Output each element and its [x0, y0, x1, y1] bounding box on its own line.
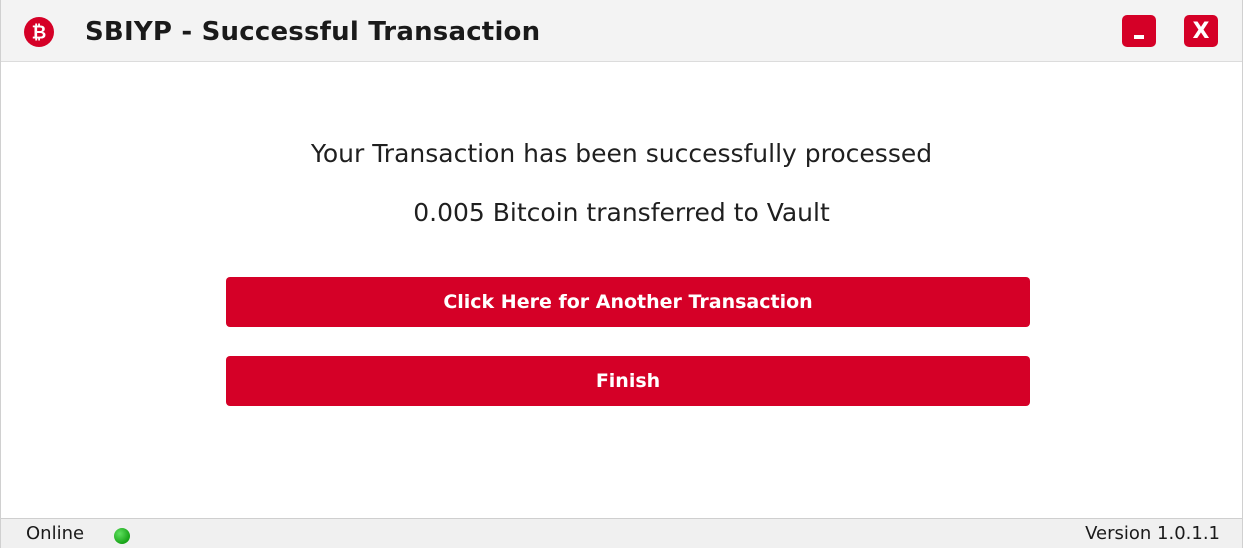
- bitcoin-icon: ₿: [24, 17, 54, 47]
- online-indicator-icon: [114, 528, 130, 544]
- success-message: Your Transaction has been successfully p…: [310, 139, 933, 168]
- another-transaction-label: Click Here for Another Transaction: [443, 291, 813, 313]
- connection-status: Online: [26, 523, 85, 544]
- app-window: ₿ SBIYP - Successful Transaction X Your …: [0, 0, 1243, 548]
- close-button[interactable]: X: [1184, 15, 1218, 47]
- minimize-icon: [1134, 35, 1144, 39]
- version-label: Version 1.0.1.1: [1085, 523, 1220, 544]
- window-title: SBIYP - Successful Transaction: [85, 17, 541, 47]
- close-icon: X: [1192, 18, 1210, 44]
- finish-button[interactable]: Finish: [226, 356, 1030, 406]
- finish-label: Finish: [595, 370, 661, 392]
- main-content: Your Transaction has been successfully p…: [1, 62, 1242, 517]
- another-transaction-button[interactable]: Click Here for Another Transaction: [226, 277, 1030, 327]
- status-bar: Online Version 1.0.1.1: [1, 518, 1242, 548]
- title-bar[interactable]: ₿ SBIYP - Successful Transaction X: [1, 0, 1242, 62]
- transfer-details: 0.005 Bitcoin transferred to Vault: [413, 198, 830, 227]
- minimize-button[interactable]: [1122, 15, 1156, 47]
- svg-text:₿: ₿: [32, 23, 47, 44]
